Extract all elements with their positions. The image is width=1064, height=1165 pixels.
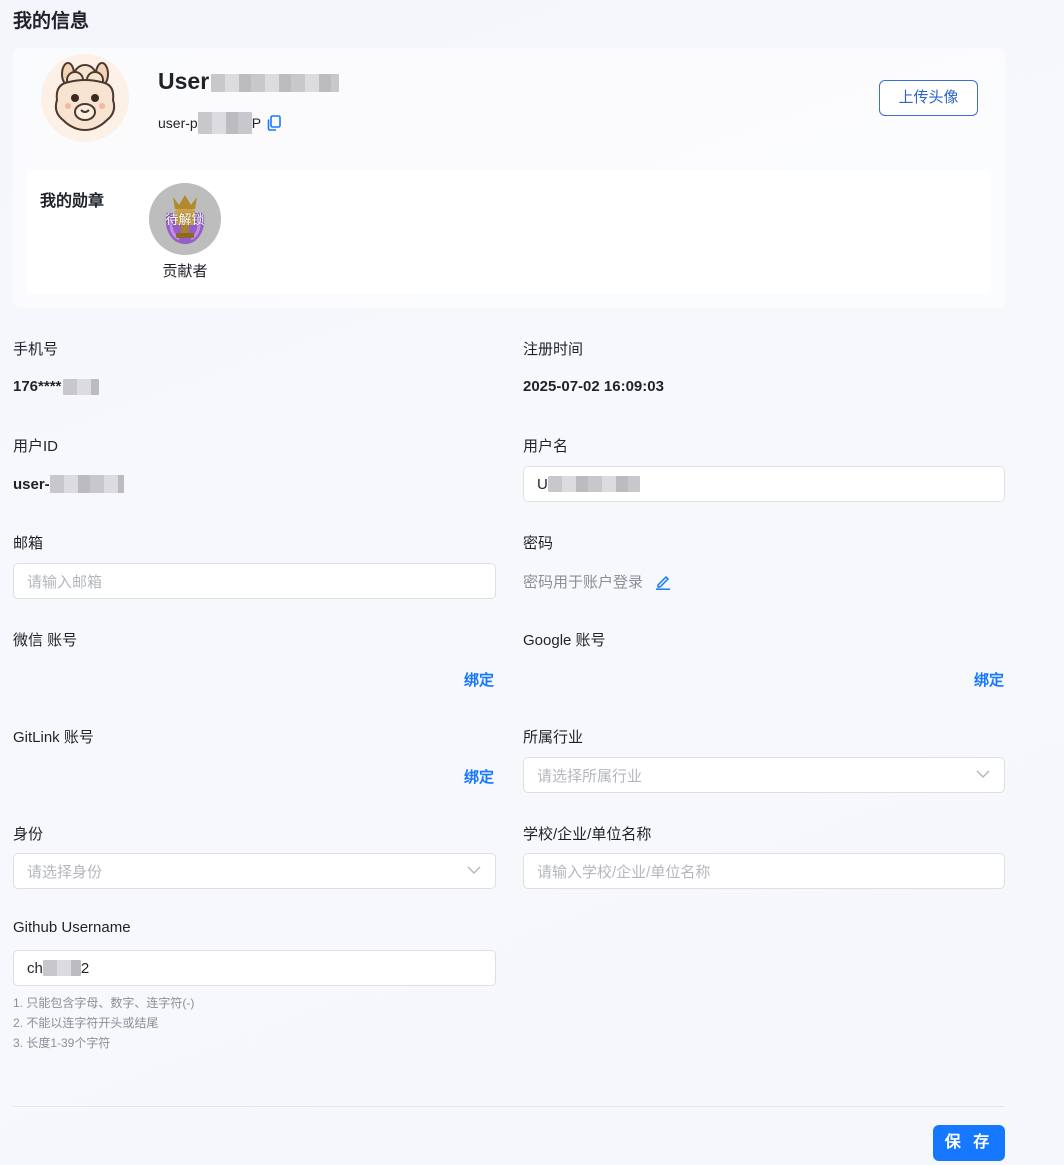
badges-title: 我的勋章	[40, 193, 105, 210]
user-id-value: user-	[13, 475, 124, 493]
register-time-value: 2025-07-02 16:09:03	[523, 378, 664, 395]
user-id-prefix: user-	[13, 475, 50, 493]
gitlink-label: GitLink 账号	[13, 729, 94, 746]
footer-divider	[13, 1106, 1005, 1107]
phone-number: 176****	[13, 378, 62, 395]
google-bind-link[interactable]: 绑定	[974, 669, 1004, 690]
userid-suffix: P	[251, 115, 262, 131]
trophy-badge-icon[interactable]: 待解锁	[149, 183, 221, 255]
redacted-phone	[63, 378, 100, 395]
redacted-username-input	[547, 476, 640, 492]
user-id-label: 用户ID	[13, 438, 59, 455]
phone-label: 手机号	[13, 341, 59, 358]
email-label: 邮箱	[13, 535, 44, 552]
register-time-label: 注册时间	[523, 341, 584, 358]
username-display: User	[158, 68, 340, 95]
hint-line: 3. 长度1-39个字符	[13, 1036, 111, 1050]
userid-prefix: user-p	[158, 115, 198, 131]
gitlink-bind-link[interactable]: 绑定	[464, 766, 494, 787]
save-button[interactable]: 保 存	[933, 1125, 1005, 1161]
username-input-value: U	[537, 475, 548, 493]
google-label: Google 账号	[523, 632, 606, 649]
organization-label: 学校/企业/单位名称	[523, 826, 652, 843]
edit-icon[interactable]	[655, 574, 671, 590]
phone-value: 176****	[13, 378, 100, 395]
wechat-bind-link[interactable]: 绑定	[464, 669, 494, 690]
github-hints: 1. 只能包含字母、数字、连字符(-) 2. 不能以连字符开头或结尾 3. 长度…	[13, 993, 194, 1053]
username-input[interactable]: U	[523, 466, 1005, 502]
badges-panel: 我的勋章 待解锁 贡献者	[27, 170, 991, 294]
username-label: 用户名	[523, 438, 569, 455]
organization-input[interactable]: 请输入学校/企业/单位名称	[523, 853, 1005, 889]
industry-label: 所属行业	[523, 729, 584, 746]
identity-placeholder: 请选择身份	[27, 863, 103, 881]
industry-select[interactable]: 请选择所属行业	[523, 757, 1005, 793]
hint-line: 2. 不能以连字符开头或结尾	[13, 1016, 159, 1030]
password-text: 密码用于账户登录	[523, 574, 644, 591]
copy-icon[interactable]	[267, 115, 281, 131]
wechat-label: 微信 账号	[13, 632, 78, 649]
identity-label: 身份	[13, 826, 44, 843]
identity-select[interactable]: 请选择身份	[13, 853, 496, 889]
profile-page: 我的信息 User user-p P 上传头像 我的勋章 待解锁 贡献者 手机号…	[0, 0, 1064, 1165]
chevron-down-icon	[976, 770, 990, 779]
upload-avatar-button[interactable]: 上传头像	[879, 80, 978, 116]
chevron-down-icon	[467, 866, 481, 875]
profile-card: User user-p P 上传头像 我的勋章 待解锁 贡献者	[13, 48, 1005, 308]
industry-placeholder: 请选择所属行业	[537, 767, 643, 785]
redacted-github	[42, 960, 81, 976]
hint-line: 1. 只能包含字母、数字、连字符(-)	[13, 996, 195, 1010]
password-label: 密码	[523, 535, 554, 552]
github-value-prefix: ch	[27, 959, 43, 977]
user-id-display: user-p P	[158, 112, 281, 134]
redacted-user-id	[49, 475, 124, 493]
password-info: 密码用于账户登录	[523, 571, 671, 592]
redacted-username	[211, 73, 340, 92]
badge-name: 贡献者	[162, 263, 208, 280]
redacted-userid	[197, 112, 252, 134]
page-title: 我的信息	[13, 11, 90, 32]
github-label: Github Username	[13, 919, 131, 936]
github-username-input[interactable]: ch 2	[13, 950, 496, 986]
email-input[interactable]: 请输入邮箱	[13, 563, 496, 599]
alpaca-avatar-icon[interactable]	[41, 54, 129, 142]
username-prefix: User	[158, 68, 210, 94]
github-value-suffix: 2	[80, 959, 90, 977]
badge-status: 待解锁	[165, 212, 205, 227]
